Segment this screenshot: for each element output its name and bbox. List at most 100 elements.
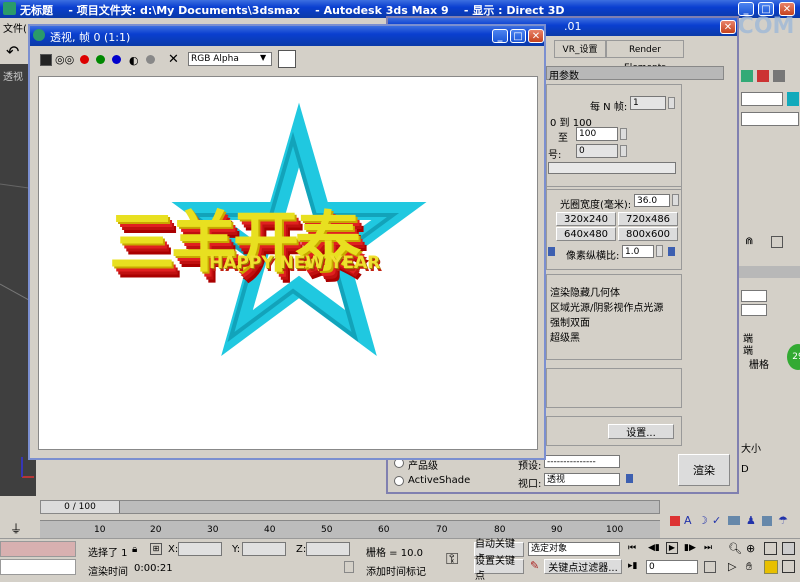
lock-selection-icon[interactable]: 🔒︎ xyxy=(132,544,137,555)
panel-color-swatch[interactable] xyxy=(787,92,799,106)
tray-icon[interactable]: ☽ xyxy=(698,514,708,527)
every-n-frames-input[interactable]: 1 xyxy=(630,96,666,110)
to-input[interactable]: 100 xyxy=(576,127,618,141)
activeshade-radio[interactable] xyxy=(394,476,404,486)
time-config-icon[interactable] xyxy=(704,561,716,573)
x-coordinate-input[interactable] xyxy=(178,542,222,556)
lock-icon[interactable] xyxy=(626,474,633,483)
aperture-input[interactable]: 36.0 xyxy=(634,194,670,207)
pixel-aspect-input[interactable]: 1.0 xyxy=(622,245,654,258)
time-slider-thumb[interactable]: 0 / 100 xyxy=(41,501,120,513)
time-tag-icon[interactable] xyxy=(344,561,354,573)
setup-button[interactable]: 设置... xyxy=(608,424,674,439)
panel-icon[interactable] xyxy=(773,70,785,82)
green-channel-icon[interactable] xyxy=(96,55,105,64)
next-frame-icon[interactable]: ▮▶ xyxy=(684,543,696,553)
time-slider[interactable]: 0 / 100 xyxy=(40,500,660,514)
panel-name-field[interactable] xyxy=(741,92,783,106)
option-force-2sided[interactable]: 强制双面 xyxy=(550,314,590,329)
lock-icon[interactable] xyxy=(668,247,675,256)
key-mode-toggle-icon[interactable]: ▸▮ xyxy=(628,561,637,571)
common-params-rollout[interactable]: 用参数 xyxy=(546,66,724,82)
undo-icon[interactable]: ↶ xyxy=(6,42,19,61)
minimize-button[interactable]: _ xyxy=(492,29,508,43)
red-channel-icon[interactable] xyxy=(80,55,89,64)
preset-320x240-button[interactable]: 320x240 xyxy=(556,212,616,226)
tray-icon[interactable]: ☂ xyxy=(778,514,788,527)
y-coordinate-input[interactable] xyxy=(242,542,286,556)
save-icon[interactable] xyxy=(40,54,52,66)
pixel-aspect-spinner[interactable] xyxy=(656,245,663,257)
number-input[interactable]: 0 xyxy=(576,144,618,158)
panel-icon[interactable] xyxy=(757,70,769,82)
close-button[interactable]: ✕ xyxy=(528,29,544,43)
panel-input[interactable] xyxy=(741,290,767,302)
tray-icon[interactable]: A xyxy=(684,514,692,527)
zoom-extents-icon[interactable] xyxy=(764,542,777,555)
clone-icon[interactable]: ◎◎ xyxy=(55,53,74,66)
tab-render-elements[interactable]: Render Elements xyxy=(606,40,684,73)
maximize-button[interactable]: □ xyxy=(510,29,526,43)
maxscript-listener[interactable] xyxy=(0,541,76,557)
file-number-bar[interactable] xyxy=(548,162,676,174)
track-bar[interactable] xyxy=(40,520,660,539)
goto-start-icon[interactable]: ⏮ xyxy=(628,543,636,553)
timeline-icon[interactable]: ⏚ xyxy=(10,520,22,537)
option-render-hidden[interactable]: 渲染隐藏几何体 xyxy=(550,284,620,299)
maximize-viewport-icon[interactable] xyxy=(782,560,795,573)
lock-icon[interactable] xyxy=(548,247,555,256)
option-super-black[interactable]: 超级黑 xyxy=(550,329,580,344)
panel-input[interactable] xyxy=(741,304,767,316)
aperture-spinner[interactable] xyxy=(672,194,679,206)
tray-icon[interactable]: ♟ xyxy=(746,514,756,527)
panel-dropdown[interactable] xyxy=(741,112,799,126)
goto-end-icon[interactable]: ⏭ xyxy=(704,543,712,553)
tray-icon[interactable]: ✓ xyxy=(712,514,721,527)
z-coordinate-input[interactable] xyxy=(306,542,350,556)
tray-icon[interactable] xyxy=(728,516,740,525)
menu-file[interactable]: 文件( xyxy=(3,20,27,35)
set-key-button[interactable]: 设置关键点 xyxy=(474,556,524,582)
key-icon[interactable]: ✎ xyxy=(530,559,539,572)
tray-icon[interactable] xyxy=(670,516,680,526)
preset-800x600-button[interactable]: 800x600 xyxy=(618,227,678,241)
blue-channel-icon[interactable] xyxy=(112,55,121,64)
panel-icon[interactable]: ⋒ xyxy=(745,236,753,247)
to-spinner[interactable] xyxy=(620,128,627,140)
render-button[interactable]: 渲染 xyxy=(678,454,730,486)
key-set-select[interactable]: 选定对象 xyxy=(528,542,620,556)
preset-720x486-button[interactable]: 720x486 xyxy=(618,212,678,226)
tab-vr-settings[interactable]: VR_设置 xyxy=(554,40,606,58)
panel-icon[interactable] xyxy=(741,70,753,82)
notification-badge[interactable]: 29 xyxy=(787,344,800,370)
number-spinner[interactable] xyxy=(620,145,627,157)
every-n-frames-spinner[interactable] xyxy=(668,97,675,109)
zoom-extents-all-icon[interactable] xyxy=(782,542,795,555)
key-filters-button[interactable]: 关键点过滤器... xyxy=(544,559,622,574)
pan-icon[interactable]: ✋︎ xyxy=(746,560,752,574)
alpha-channel-icon[interactable]: ◐ xyxy=(129,54,139,67)
key-mode-icon[interactable]: ⚿ xyxy=(446,549,458,569)
zoom-all-icon[interactable]: ⊕ xyxy=(746,542,755,555)
render-setup-close-button[interactable]: ✕ xyxy=(720,20,736,34)
viewport-select[interactable]: 透视 xyxy=(544,473,620,486)
play-icon[interactable]: ▶ xyxy=(666,542,678,554)
preset-640x480-button[interactable]: 640x480 xyxy=(556,227,616,241)
clear-icon[interactable]: ✕ xyxy=(168,52,179,67)
maxscript-input[interactable] xyxy=(0,559,76,575)
current-frame-input[interactable]: 0 xyxy=(646,560,698,574)
add-time-tag[interactable]: 添加时间标记 xyxy=(366,563,426,578)
mono-icon[interactable] xyxy=(146,55,155,64)
chevron-down-icon[interactable]: ▼ xyxy=(260,53,266,62)
zoom-icon[interactable]: 🔍︎ xyxy=(728,542,742,555)
prev-frame-icon[interactable]: ◀▮ xyxy=(648,543,660,553)
tray-icon[interactable] xyxy=(762,516,772,526)
absolute-mode-icon[interactable]: ⊞ xyxy=(150,543,162,555)
color-swatch[interactable] xyxy=(278,50,296,68)
tab-label: VR_设置 xyxy=(562,45,598,55)
option-area-lights[interactable]: 区域光源/阴影视作点光源 xyxy=(550,299,663,314)
preset-select[interactable]: --------------- xyxy=(544,455,620,468)
orbit-icon[interactable] xyxy=(764,560,778,574)
fov-icon[interactable]: ▷ xyxy=(728,560,736,573)
panel-icon[interactable] xyxy=(771,236,783,248)
